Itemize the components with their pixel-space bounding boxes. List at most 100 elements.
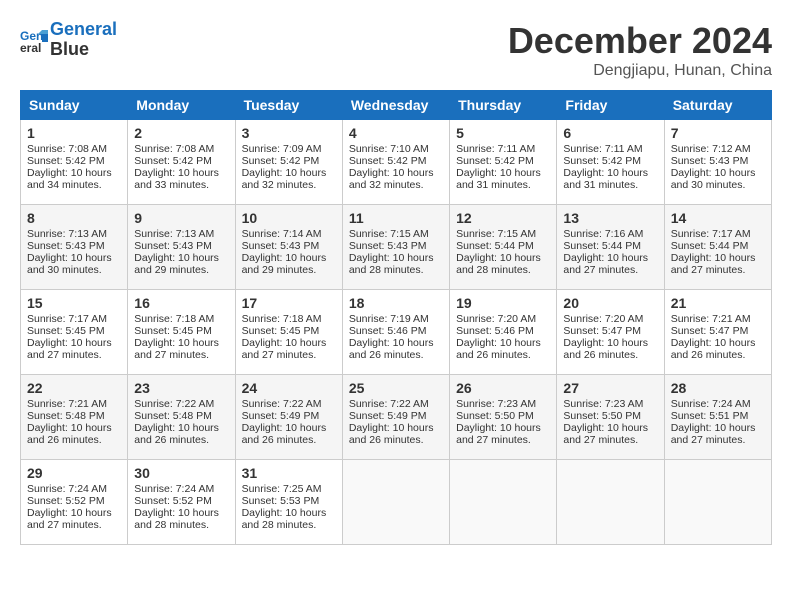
sunrise-text: Sunrise: 7:12 AM: [671, 143, 765, 155]
daylight-text: Daylight: 10 hours and 32 minutes.: [349, 167, 443, 191]
title-section: December 2024 Dengjiapu, Hunan, China: [508, 20, 772, 80]
col-sunday: Sunday: [21, 91, 128, 120]
day-number: 20: [563, 295, 657, 311]
sunrise-text: Sunrise: 7:20 AM: [563, 313, 657, 325]
daylight-text: Daylight: 10 hours and 28 minutes.: [134, 507, 228, 531]
sunrise-text: Sunrise: 7:22 AM: [349, 398, 443, 410]
sunrise-text: Sunrise: 7:25 AM: [242, 483, 336, 495]
day-number: 24: [242, 380, 336, 396]
sunrise-text: Sunrise: 7:13 AM: [27, 228, 121, 240]
col-wednesday: Wednesday: [342, 91, 449, 120]
daylight-text: Daylight: 10 hours and 26 minutes.: [456, 337, 550, 361]
daylight-text: Daylight: 10 hours and 27 minutes.: [27, 337, 121, 361]
col-tuesday: Tuesday: [235, 91, 342, 120]
day-number: 6: [563, 125, 657, 141]
sunset-text: Sunset: 5:45 PM: [27, 325, 121, 337]
daylight-text: Daylight: 10 hours and 33 minutes.: [134, 167, 228, 191]
table-row: 30 Sunrise: 7:24 AMSunset: 5:52 PMDayligh…: [128, 460, 235, 545]
table-row: [664, 460, 771, 545]
table-row: 8Sunrise: 7:13 AMSunset: 5:43 PMDaylight…: [21, 205, 128, 290]
table-row: 18Sunrise: 7:19 AMSunset: 5:46 PMDayligh…: [342, 290, 449, 375]
sunset-text: Sunset: 5:51 PM: [671, 410, 765, 422]
day-number: 15: [27, 295, 121, 311]
table-row: 12Sunrise: 7:15 AMSunset: 5:44 PMDayligh…: [450, 205, 557, 290]
sunrise-text: Sunrise: 7:24 AM: [134, 483, 228, 495]
daylight-text: Daylight: 10 hours and 28 minutes.: [456, 252, 550, 276]
daylight-text: Daylight: 10 hours and 28 minutes.: [349, 252, 443, 276]
day-number: 9: [134, 210, 228, 226]
daylight-text: Daylight: 10 hours and 27 minutes.: [134, 337, 228, 361]
daylight-text: Daylight: 10 hours and 26 minutes.: [134, 422, 228, 446]
sunrise-text: Sunrise: 7:11 AM: [456, 143, 550, 155]
sunset-text: Sunset: 5:52 PM: [134, 495, 228, 507]
table-row: 16Sunrise: 7:18 AMSunset: 5:45 PMDayligh…: [128, 290, 235, 375]
sunrise-text: Sunrise: 7:13 AM: [134, 228, 228, 240]
sunrise-text: Sunrise: 7:09 AM: [242, 143, 336, 155]
daylight-text: Daylight: 10 hours and 26 minutes.: [349, 422, 443, 446]
sunrise-text: Sunrise: 7:18 AM: [242, 313, 336, 325]
sunrise-text: Sunrise: 7:24 AM: [671, 398, 765, 410]
col-saturday: Saturday: [664, 91, 771, 120]
sunrise-text: Sunrise: 7:16 AM: [563, 228, 657, 240]
sunset-text: Sunset: 5:43 PM: [27, 240, 121, 252]
day-number: 1: [27, 125, 121, 141]
sunset-text: Sunset: 5:42 PM: [242, 155, 336, 167]
sunset-text: Sunset: 5:47 PM: [671, 325, 765, 337]
daylight-text: Daylight: 10 hours and 30 minutes.: [671, 167, 765, 191]
table-row: 3Sunrise: 7:09 AMSunset: 5:42 PMDaylight…: [235, 120, 342, 205]
table-row: 19Sunrise: 7:20 AMSunset: 5:46 PMDayligh…: [450, 290, 557, 375]
sunset-text: Sunset: 5:42 PM: [456, 155, 550, 167]
day-number: 27: [563, 380, 657, 396]
sunset-text: Sunset: 5:47 PM: [563, 325, 657, 337]
daylight-text: Daylight: 10 hours and 31 minutes.: [456, 167, 550, 191]
daylight-text: Daylight: 10 hours and 32 minutes.: [242, 167, 336, 191]
day-number: 30: [134, 465, 228, 481]
day-number: 17: [242, 295, 336, 311]
sunrise-text: Sunrise: 7:24 AM: [27, 483, 121, 495]
sunset-text: Sunset: 5:53 PM: [242, 495, 336, 507]
daylight-text: Daylight: 10 hours and 34 minutes.: [27, 167, 121, 191]
sunrise-text: Sunrise: 7:14 AM: [242, 228, 336, 240]
table-row: 29Sunrise: 7:24 AMSunset: 5:52 PMDayligh…: [21, 460, 128, 545]
table-row: 7Sunrise: 7:12 AMSunset: 5:43 PMDaylight…: [664, 120, 771, 205]
table-row: [557, 460, 664, 545]
sunset-text: Sunset: 5:46 PM: [456, 325, 550, 337]
table-row: 27Sunrise: 7:23 AMSunset: 5:50 PMDayligh…: [557, 375, 664, 460]
sunset-text: Sunset: 5:48 PM: [27, 410, 121, 422]
day-number: 10: [242, 210, 336, 226]
sunrise-text: Sunrise: 7:23 AM: [563, 398, 657, 410]
day-number: 26: [456, 380, 550, 396]
day-number: 11: [349, 210, 443, 226]
day-number: 13: [563, 210, 657, 226]
daylight-text: Daylight: 10 hours and 26 minutes.: [242, 422, 336, 446]
col-thursday: Thursday: [450, 91, 557, 120]
header-row: Sunday Monday Tuesday Wednesday Thursday…: [21, 91, 772, 120]
daylight-text: Daylight: 10 hours and 26 minutes.: [27, 422, 121, 446]
daylight-text: Daylight: 10 hours and 30 minutes.: [27, 252, 121, 276]
sunset-text: Sunset: 5:44 PM: [563, 240, 657, 252]
sunrise-text: Sunrise: 7:15 AM: [349, 228, 443, 240]
location-title: Dengjiapu, Hunan, China: [508, 62, 772, 80]
sunset-text: Sunset: 5:50 PM: [563, 410, 657, 422]
table-row: 25Sunrise: 7:22 AMSunset: 5:49 PMDayligh…: [342, 375, 449, 460]
day-number: 19: [456, 295, 550, 311]
sunrise-text: Sunrise: 7:21 AM: [27, 398, 121, 410]
daylight-text: Daylight: 10 hours and 27 minutes.: [671, 252, 765, 276]
sunset-text: Sunset: 5:43 PM: [671, 155, 765, 167]
daylight-text: Daylight: 10 hours and 27 minutes.: [27, 507, 121, 531]
sunrise-text: Sunrise: 7:23 AM: [456, 398, 550, 410]
table-row: 1Sunrise: 7:08 AMSunset: 5:42 PMDaylight…: [21, 120, 128, 205]
day-number: 23: [134, 380, 228, 396]
daylight-text: Daylight: 10 hours and 29 minutes.: [134, 252, 228, 276]
table-row: 31Sunrise: 7:25 AMSunset: 5:53 PMDayligh…: [235, 460, 342, 545]
day-number: 4: [349, 125, 443, 141]
table-row: 22Sunrise: 7:21 AMSunset: 5:48 PMDayligh…: [21, 375, 128, 460]
page-header: Gen eral GeneralBlue December 2024 Dengj…: [20, 20, 772, 80]
calendar-week-2: 8Sunrise: 7:13 AMSunset: 5:43 PMDaylight…: [21, 205, 772, 290]
day-number: 18: [349, 295, 443, 311]
table-row: 9Sunrise: 7:13 AMSunset: 5:43 PMDaylight…: [128, 205, 235, 290]
day-number: 16: [134, 295, 228, 311]
day-number: 28: [671, 380, 765, 396]
sunrise-text: Sunrise: 7:18 AM: [134, 313, 228, 325]
table-row: 5Sunrise: 7:11 AMSunset: 5:42 PMDaylight…: [450, 120, 557, 205]
